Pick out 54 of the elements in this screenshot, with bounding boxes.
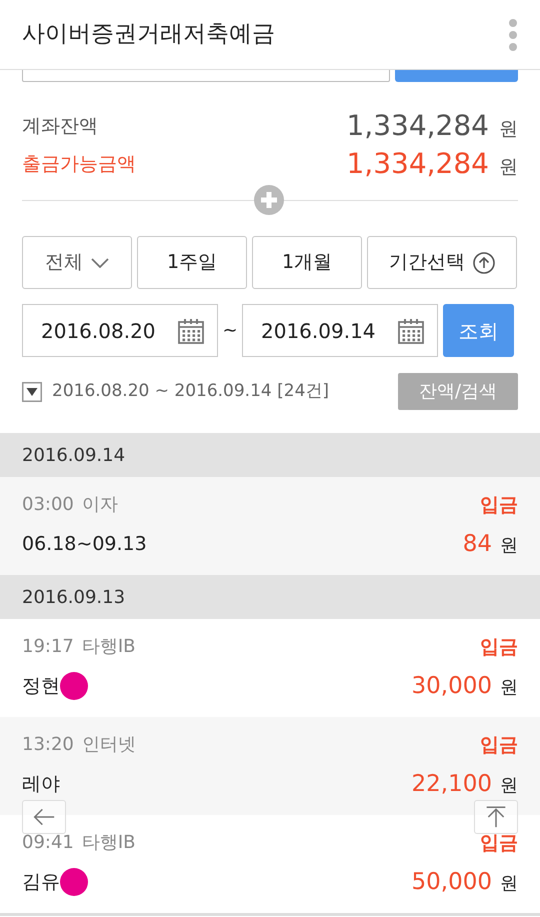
- collapse-toggle-icon[interactable]: [22, 382, 42, 402]
- transaction-amount: 50,000: [412, 868, 492, 897]
- transaction-channel: 인터넷: [82, 733, 136, 758]
- chevron-down-icon: [91, 258, 109, 268]
- transaction-channel: 타행IB: [82, 635, 136, 660]
- transaction-type: 입금: [480, 732, 518, 758]
- currency-unit: 원: [500, 676, 518, 700]
- start-date-field[interactable]: 2016.08.20: [22, 304, 218, 357]
- calendar-icon: [177, 316, 205, 344]
- transaction-memo: 정현: [22, 674, 60, 699]
- end-date-field[interactable]: 2016.09.14: [242, 304, 438, 357]
- currency-unit: 원: [500, 534, 518, 558]
- transaction-memo: 06.18~09.13: [22, 532, 147, 557]
- transaction-memo: 김유: [22, 870, 60, 895]
- currency-unit: 원: [500, 872, 518, 896]
- transaction-type: 입금: [480, 830, 518, 856]
- balance-label: 출금가능금액: [22, 152, 136, 177]
- transaction-type: 입금: [480, 634, 518, 660]
- balance-label: 계좌잔액: [22, 114, 98, 139]
- transaction-type: 입금: [480, 492, 518, 518]
- period-filter-button[interactable]: 기간선택: [367, 236, 517, 289]
- period-filter-button[interactable]: 전체: [22, 236, 132, 289]
- arrow-left-icon: [33, 807, 55, 827]
- balance-amount: 1,334,284: [346, 108, 489, 144]
- date-group-header: 2016.09.14: [0, 433, 540, 477]
- currency-unit: 원: [499, 155, 518, 180]
- currency-unit: 원: [500, 774, 518, 798]
- period-filter-button[interactable]: 1주일: [137, 236, 247, 289]
- transaction-time: 13:20: [22, 733, 74, 758]
- expand-plus-icon[interactable]: [254, 185, 284, 215]
- transaction-channel: 타행IB: [82, 831, 136, 856]
- arrow-up-circle-icon: [473, 252, 495, 274]
- date-group-header: 2016.09.13: [0, 575, 540, 619]
- transaction-amount: 84: [462, 530, 492, 559]
- period-filter-button[interactable]: 1개월: [252, 236, 362, 289]
- transaction-amount: 30,000: [412, 672, 492, 701]
- range-summary: 2016.08.20 ~ 2016.09.14 [24건]: [52, 380, 330, 403]
- balance-amount: 1,334,284: [346, 146, 489, 182]
- transaction-row[interactable]: 13:20 인터넷 입금 레야 22,100 원: [0, 717, 540, 815]
- transaction-row[interactable]: 03:00 이자 입금 06.18~09.13 84 원: [0, 477, 540, 575]
- transaction-time: 09:41: [22, 831, 74, 856]
- currency-unit: 원: [499, 117, 518, 142]
- transaction-channel: 이자: [82, 493, 118, 518]
- scroll-top-button[interactable]: [474, 800, 518, 834]
- transaction-time: 19:17: [22, 635, 74, 660]
- range-separator: ~: [221, 319, 239, 343]
- calendar-icon: [397, 316, 425, 344]
- transaction-time: 03:00: [22, 493, 74, 518]
- page-title: 사이버증권거래저축예금: [22, 20, 275, 50]
- more-icon[interactable]: [508, 18, 518, 50]
- transaction-memo: 레야: [22, 772, 60, 797]
- arrow-up-icon: [485, 806, 507, 828]
- back-button[interactable]: [22, 800, 66, 834]
- transaction-amount: 22,100: [412, 770, 492, 799]
